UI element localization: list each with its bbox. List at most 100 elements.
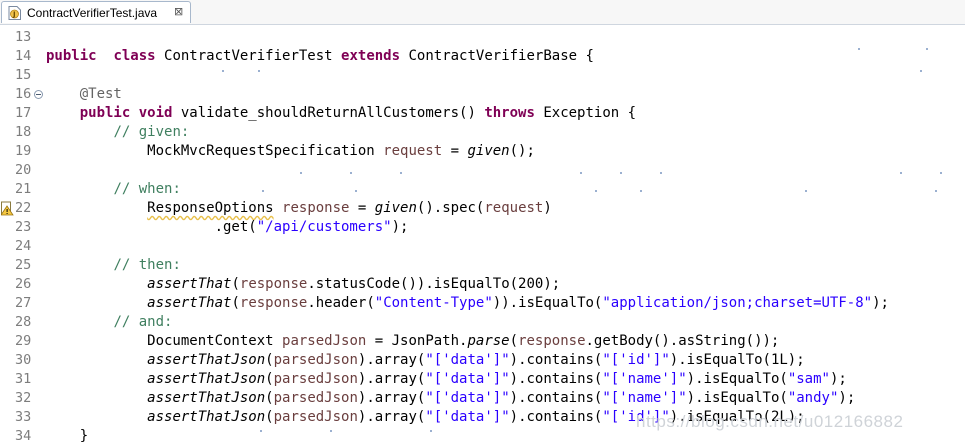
render-artifact xyxy=(640,190,642,192)
code-line-19[interactable]: 19 MockMvcRequestSpecification request =… xyxy=(0,142,965,161)
code-text: assertThatJson(parsedJson).array("['data… xyxy=(46,389,855,408)
code-line-16[interactable]: 16 @Test xyxy=(0,85,965,104)
render-artifact xyxy=(262,190,264,192)
line-number: 34 xyxy=(15,428,32,444)
line-number: 32 xyxy=(15,390,32,406)
render-artifact xyxy=(920,70,922,72)
code-token: @Test xyxy=(79,86,122,102)
code-token: assertThatJson xyxy=(147,409,266,425)
code-token: ).array( xyxy=(357,409,426,425)
line-number: 30 xyxy=(15,352,32,368)
code-line-29[interactable]: 29 DocumentContext parsedJson = JsonPath… xyxy=(0,332,965,351)
code-token: .get( xyxy=(46,219,257,235)
code-text: .get("/api/customers"); xyxy=(46,218,409,237)
code-editor[interactable]: 13 14 public class ContractVerifierTest ex… xyxy=(0,26,965,444)
line-number: 21 xyxy=(15,181,32,197)
code-line-13[interactable]: 13 xyxy=(0,28,965,47)
code-line-18[interactable]: 18 // given: xyxy=(0,123,965,142)
code-line-26[interactable]: 26 assertThat(response.statusCode()).isE… xyxy=(0,275,965,294)
code-token: ); xyxy=(391,219,409,235)
tab-contract-verifier-test[interactable]: J ContractVerifierTest.java ⊠ xyxy=(1,1,191,23)
code-text: // then: xyxy=(46,256,180,275)
code-line-14[interactable]: 14 public class ContractVerifierTest exte… xyxy=(0,47,965,66)
code-token: Exception { xyxy=(534,105,637,121)
render-artifact xyxy=(400,172,402,174)
code-token: parse xyxy=(467,333,510,349)
line-number: 28 xyxy=(15,314,32,330)
code-token: ().spec( xyxy=(416,200,485,216)
code-token: assertThatJson xyxy=(147,371,266,387)
code-token: "Content-Type" xyxy=(374,295,493,311)
warning-marker-icon[interactable] xyxy=(1,201,14,216)
code-token: parsedJson xyxy=(282,333,367,349)
code-token: ContractVerifierTest xyxy=(155,48,342,64)
tab-label: ContractVerifierTest.java xyxy=(27,6,158,20)
code-token: parsedJson xyxy=(273,390,358,406)
code-line-32[interactable]: 32 assertThatJson(parsedJson).array("['d… xyxy=(0,389,965,408)
code-text: assertThatJson(parsedJson).array("['data… xyxy=(46,370,847,389)
code-token: MockMvcRequestSpecification xyxy=(46,143,384,159)
render-artifact xyxy=(222,70,224,72)
code-token: extends xyxy=(341,48,401,64)
code-text: @Test xyxy=(46,85,122,104)
code-line-27[interactable]: 27 assertThat(response.header("Content-T… xyxy=(0,294,965,313)
code-token: "/api/customers" xyxy=(256,219,392,235)
code-line-21[interactable]: 21 // when: xyxy=(0,180,965,199)
code-line-20[interactable]: 20 xyxy=(0,161,965,180)
code-token: ResponseOptions xyxy=(147,200,274,216)
code-line-22[interactable]: 22 ResponseOptions response = given().sp… xyxy=(0,199,965,218)
render-artifact xyxy=(300,172,302,174)
line-number: 18 xyxy=(15,124,32,140)
code-text: assertThat(response.statusCode()).isEqua… xyxy=(46,275,560,294)
render-artifact xyxy=(430,430,432,432)
line-number: 13 xyxy=(15,29,32,45)
svg-text:J: J xyxy=(12,11,16,19)
code-token: "['data']" xyxy=(425,390,510,406)
code-token: ( xyxy=(265,352,274,368)
code-token: "['data']" xyxy=(425,409,510,425)
code-token: "['name']" xyxy=(602,390,687,406)
code-token: "['name']" xyxy=(602,371,687,387)
code-token: // given: xyxy=(113,124,190,140)
code-token: assertThat xyxy=(147,276,232,292)
line-number: 24 xyxy=(15,238,32,254)
code-line-31[interactable]: 31 assertThatJson(parsedJson).array("['d… xyxy=(0,370,965,389)
code-line-17[interactable]: 17 public void validate_shouldReturnAllC… xyxy=(0,104,965,123)
render-artifact xyxy=(620,172,622,174)
code-token: // and: xyxy=(113,314,173,330)
code-token: ( xyxy=(231,276,240,292)
code-token: (); xyxy=(509,143,535,159)
code-token: parsedJson xyxy=(273,371,358,387)
line-number: 14 xyxy=(15,48,32,64)
code-line-30[interactable]: 30 assertThatJson(parsedJson).array("['d… xyxy=(0,351,965,370)
render-artifact xyxy=(940,172,942,174)
code-token: response xyxy=(282,200,350,216)
code-line-25[interactable]: 25 // then: xyxy=(0,256,965,275)
code-token: assertThatJson xyxy=(147,390,266,406)
code-token: ).contains( xyxy=(509,390,603,406)
render-artifact xyxy=(935,190,937,192)
code-token: ( xyxy=(265,371,274,387)
code-line-28[interactable]: 28 // and: xyxy=(0,313,965,332)
code-token: class xyxy=(113,48,156,64)
code-token: ).contains( xyxy=(509,371,603,387)
line-number: 29 xyxy=(15,333,32,349)
code-token: = JsonPath. xyxy=(366,333,468,349)
code-token: request xyxy=(383,143,443,159)
code-token: validate_shouldReturnAllCustomers() xyxy=(172,105,485,121)
fold-toggle-icon[interactable] xyxy=(34,90,43,99)
code-line-23[interactable]: 23 .get("/api/customers"); xyxy=(0,218,965,237)
code-text: assertThat(response.header("Content-Type… xyxy=(46,294,889,313)
code-text: public class ContractVerifierTest extend… xyxy=(46,47,594,66)
code-line-15[interactable]: 15 xyxy=(0,66,965,85)
code-line-24[interactable]: 24 xyxy=(0,237,965,256)
code-token: ); xyxy=(829,371,847,387)
code-token: "['data']" xyxy=(425,371,510,387)
close-icon[interactable]: ⊠ xyxy=(174,5,183,18)
